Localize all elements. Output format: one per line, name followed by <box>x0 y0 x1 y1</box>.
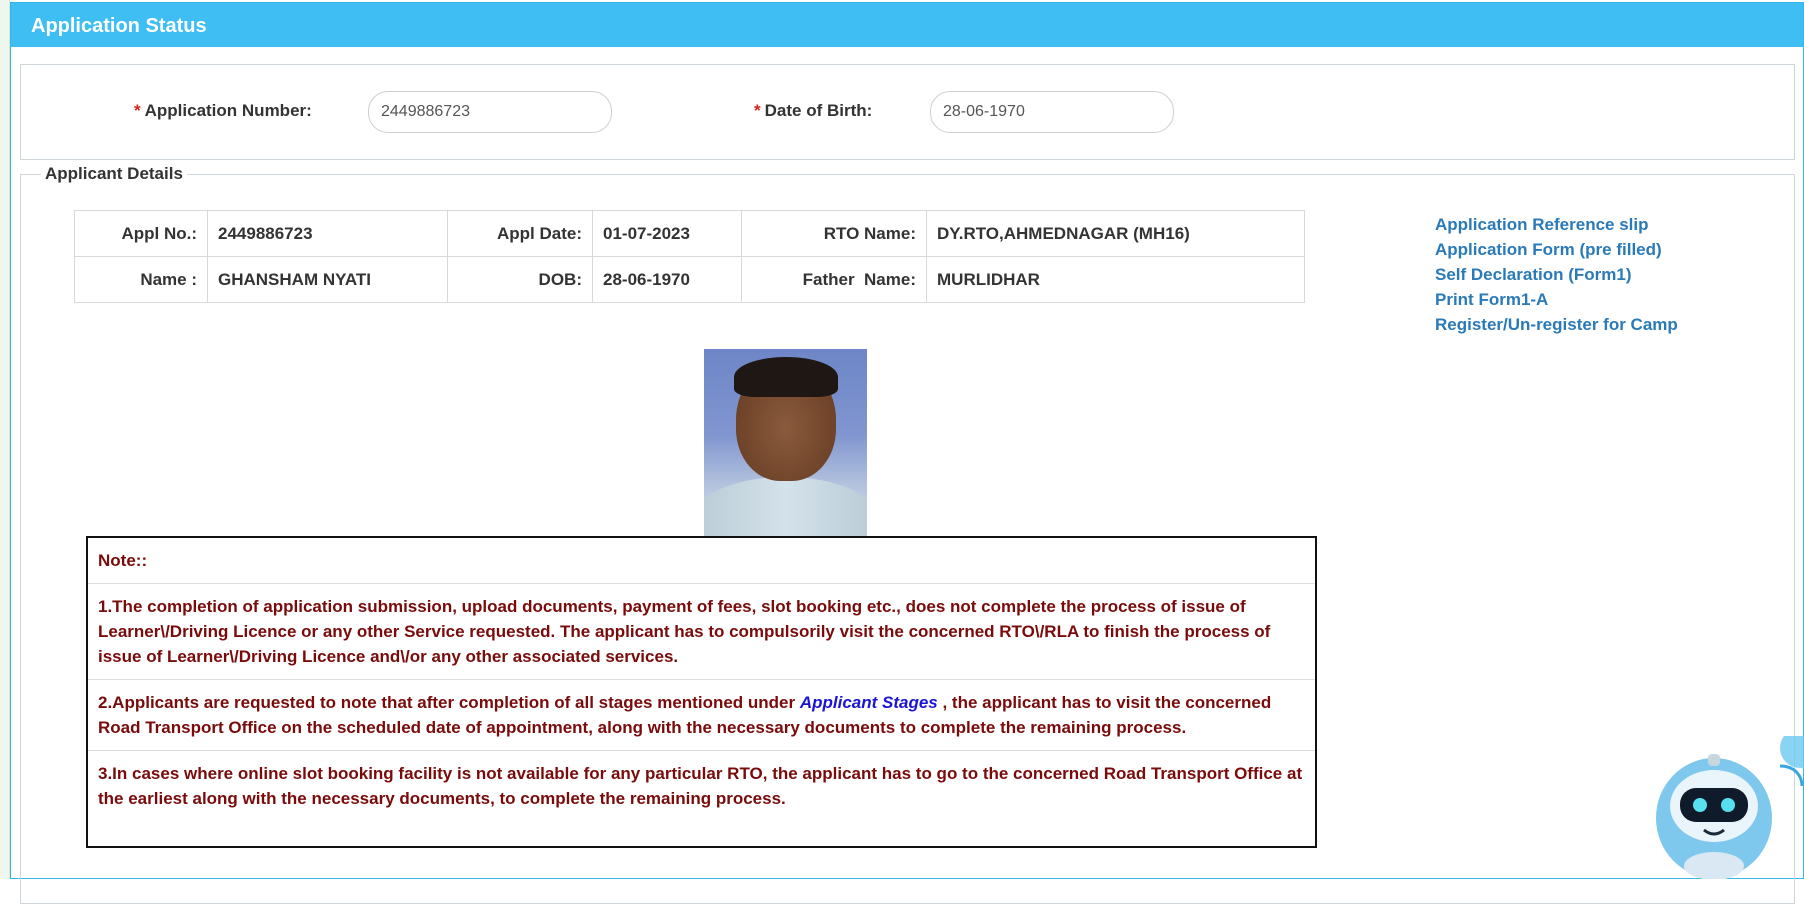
link-register-camp[interactable]: Register/Un-register for Camp <box>1435 312 1678 337</box>
search-form: *Application Number: *Date of Birth: <box>20 64 1795 160</box>
chatbot-icon[interactable] <box>1650 728 1804 880</box>
rto-name-label: RTO Name: <box>741 210 927 257</box>
table-row: Name : GHANSHAM NYATI DOB: 28-06-1970 Fa… <box>74 256 1305 303</box>
required-mark: * <box>754 101 761 120</box>
father-name-label: Father Name: <box>741 256 927 303</box>
note-item-2: 2.Applicants are requested to note that … <box>88 680 1315 751</box>
required-mark: * <box>134 101 141 120</box>
name-value: GHANSHAM NYATI <box>207 256 448 303</box>
application-number-label: * Application Number: <box>134 101 312 121</box>
dob-label: * Date of Birth: <box>754 101 872 121</box>
left-edge <box>0 0 10 879</box>
appl-date-value: 01-07-2023 <box>592 210 742 257</box>
page: Application Status * Application Number: … <box>0 0 1804 904</box>
link-application-form[interactable]: Application Form (pre filled) <box>1435 237 1678 262</box>
note-title: Note:: <box>88 538 1315 584</box>
note-box: Note:: 1.The completion of application s… <box>86 536 1317 848</box>
father-name-value: MURLIDHAR <box>926 256 1305 303</box>
appl-no-value: 2449886723 <box>207 210 448 257</box>
date-of-birth-input[interactable] <box>930 91 1174 133</box>
note-item-1: 1.The completion of application submissi… <box>88 584 1315 680</box>
appl-no-label: Appl No.: <box>74 210 208 257</box>
link-application-reference-slip[interactable]: Application Reference slip <box>1435 212 1678 237</box>
link-print-form1a[interactable]: Print Form1-A <box>1435 287 1678 312</box>
applicant-details-legend: Applicant Details <box>45 164 183 183</box>
dob-detail-value: 28-06-1970 <box>592 256 742 303</box>
rto-name-value: DY.RTO,AHMEDNAGAR (MH16) <box>926 210 1305 257</box>
panel-title: Application Status <box>11 3 1803 47</box>
link-self-declaration[interactable]: Self Declaration (Form1) <box>1435 262 1678 287</box>
applicant-stages-link[interactable]: Applicant Stages <box>800 693 938 712</box>
application-number-input[interactable] <box>368 91 612 133</box>
table-row: Appl No.: 2449886723 Appl Date: 01-07-20… <box>74 210 1305 257</box>
application-number-label-text: Application Number: <box>144 101 312 120</box>
applicant-photo <box>704 349 867 537</box>
document-links: Application Reference slip Application F… <box>1435 212 1678 337</box>
name-label: Name : <box>74 256 208 303</box>
dob-detail-label: DOB: <box>447 256 593 303</box>
appl-date-label: Appl Date: <box>447 210 593 257</box>
note-item-3: 3.In cases where online slot booking fac… <box>98 764 1303 808</box>
applicant-info-table: Appl No.: 2449886723 Appl Date: 01-07-20… <box>74 210 1305 303</box>
dob-label-text: Date of Birth: <box>764 101 873 120</box>
